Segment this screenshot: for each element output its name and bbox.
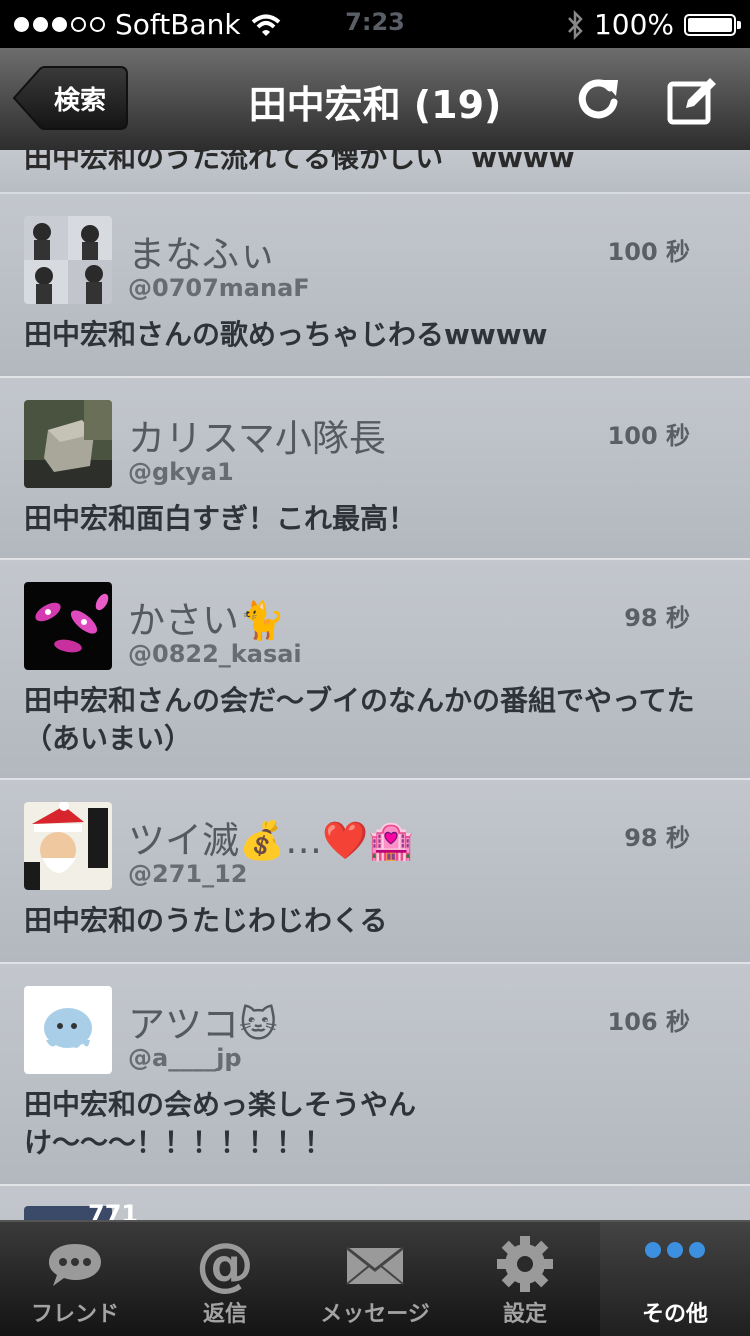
tweet-author-name: まなふぃ bbox=[128, 233, 276, 276]
navigation-bar: 検索 田中宏和 (19) bbox=[0, 48, 750, 152]
battery-percent: 100% bbox=[593, 8, 674, 41]
avatar[interactable] bbox=[24, 400, 112, 488]
tab-more[interactable]: その他 bbox=[600, 1222, 750, 1336]
tweet-row[interactable]: まなふぃ @0707manaF 100 秒 田中宏和さんの歌めっちゃじわるwww… bbox=[0, 194, 750, 378]
tweet-row[interactable]: かさい🐈 @0822_kasai 98 秒 田中宏和さんの会だ〜ブイのなんかの番… bbox=[0, 560, 750, 780]
tab-messages[interactable]: メッセージ bbox=[300, 1222, 450, 1336]
tweet-author-name: かさい🐈 bbox=[128, 599, 286, 642]
tweet-author-handle: @0707manaF bbox=[128, 274, 310, 302]
tab-label: その他 bbox=[641, 1302, 708, 1327]
tweet-timestamp: 100 秒 bbox=[607, 238, 690, 266]
tweet-list[interactable]: 田中宏和のうた流れてる懐かしい wwww まなふぃ @0707manaF 100… bbox=[0, 150, 750, 1220]
tweet-timestamp: 100 秒 bbox=[607, 422, 690, 450]
tweet-text: 田中宏和面白すぎ！これ最高！ bbox=[24, 502, 417, 535]
more-dots-icon bbox=[645, 1242, 705, 1258]
tweet-author-name: ツイ滅💰…❤️🏩 bbox=[128, 819, 415, 862]
tab-bar: フレンド @ 返信 メッセージ 設定 その他 bbox=[0, 1220, 750, 1336]
tweet-row[interactable]: カリスマ小隊長 @gkya1 100 秒 田中宏和面白すぎ！これ最高！ bbox=[0, 378, 750, 560]
tab-label: 返信 bbox=[202, 1302, 247, 1327]
avatar[interactable] bbox=[24, 582, 112, 670]
tab-replies[interactable]: @ 返信 bbox=[150, 1222, 300, 1336]
compose-icon[interactable] bbox=[664, 72, 720, 128]
page-title: 田中宏和 (19) bbox=[248, 83, 502, 127]
tweet-author-handle: @gkya1 bbox=[128, 458, 234, 486]
tweet-text: 田中宏和の会めっ楽しそうやんけ〜〜〜！！！！！！！ bbox=[24, 1088, 417, 1159]
tweet-author-name: 771 bbox=[88, 1200, 139, 1220]
tweet-text: 田中宏和のうたじわじわくる bbox=[24, 904, 388, 937]
tweet-timestamp: 98 秒 bbox=[624, 824, 690, 852]
tweet-text: 田中宏和のうた流れてる懐かしい wwww bbox=[24, 150, 575, 174]
avatar[interactable] bbox=[24, 986, 112, 1074]
tweet-timestamp: 106 秒 bbox=[607, 1008, 690, 1036]
tweet-row-partial-bottom[interactable]: 771 bbox=[0, 1186, 750, 1220]
tweet-author-name: カリスマ小隊長 bbox=[128, 417, 386, 460]
tab-label: メッセージ bbox=[320, 1302, 430, 1327]
back-button-label: 検索 bbox=[54, 86, 107, 116]
back-button[interactable]: 検索 bbox=[12, 66, 128, 130]
tweet-timestamp: 98 秒 bbox=[624, 604, 690, 632]
tab-settings[interactable]: 設定 bbox=[450, 1222, 600, 1336]
avatar[interactable] bbox=[24, 802, 112, 890]
refresh-icon[interactable] bbox=[570, 72, 626, 128]
tweet-author-name: アツコ🐱 bbox=[128, 1003, 278, 1046]
speech-bubble-icon bbox=[49, 1244, 101, 1286]
tweet-row[interactable]: アツコ🐱 @a____jp 106 秒 田中宏和の会めっ楽しそうやんけ〜〜〜！！… bbox=[0, 964, 750, 1186]
tweet-author-handle: @a____jp bbox=[128, 1044, 242, 1072]
tweet-row-partial-top[interactable]: 田中宏和のうた流れてる懐かしい wwww bbox=[0, 150, 750, 194]
svg-text:@: @ bbox=[196, 1234, 254, 1294]
tweet-author-handle: @0822_kasai bbox=[128, 640, 302, 668]
status-bar: SoftBank 7:23 100% bbox=[0, 0, 750, 48]
tab-label: フレンド bbox=[30, 1302, 119, 1327]
envelope-icon bbox=[346, 1246, 404, 1285]
tweet-text: 田中宏和さんの歌めっちゃじわるwwww bbox=[24, 318, 548, 351]
status-right: 100% bbox=[566, 8, 741, 41]
tweet-row[interactable]: ツイ滅💰…❤️🏩 @271_12 98 秒 田中宏和のうたじわじわくる bbox=[0, 780, 750, 964]
bluetooth-icon bbox=[568, 9, 583, 40]
tweet-author-handle: @271_12 bbox=[128, 860, 248, 888]
at-sign-icon: @ bbox=[196, 1234, 254, 1294]
battery-icon bbox=[684, 13, 741, 36]
tweet-text: 田中宏和さんの会だ〜ブイのなんかの番組でやってた（あいまい） bbox=[24, 684, 695, 755]
gear-icon bbox=[497, 1236, 553, 1292]
avatar[interactable] bbox=[24, 216, 112, 304]
tab-friends[interactable]: フレンド bbox=[0, 1222, 150, 1336]
tab-label: 設定 bbox=[502, 1302, 547, 1327]
